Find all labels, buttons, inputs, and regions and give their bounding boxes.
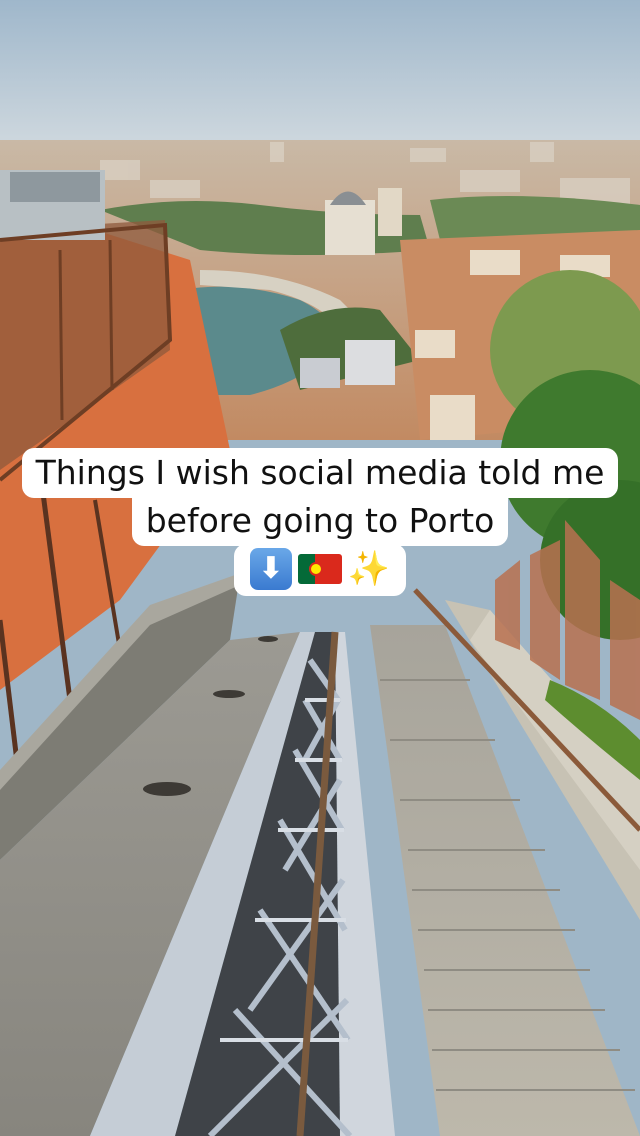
caption-line-2: before going to Porto <box>131 496 509 546</box>
sparkles-icon: ✨ <box>347 549 391 589</box>
caption-emojis: ⬇ ✨ <box>233 544 407 596</box>
sky <box>0 0 640 160</box>
stairs <box>370 625 640 1136</box>
portugal-flag-icon <box>297 554 342 584</box>
caption-line-1: Things I wish social media told me <box>21 448 619 498</box>
caption-overlay: Things I wish social media told me befor… <box>0 448 640 596</box>
down-arrow-icon: ⬇ <box>249 548 292 590</box>
